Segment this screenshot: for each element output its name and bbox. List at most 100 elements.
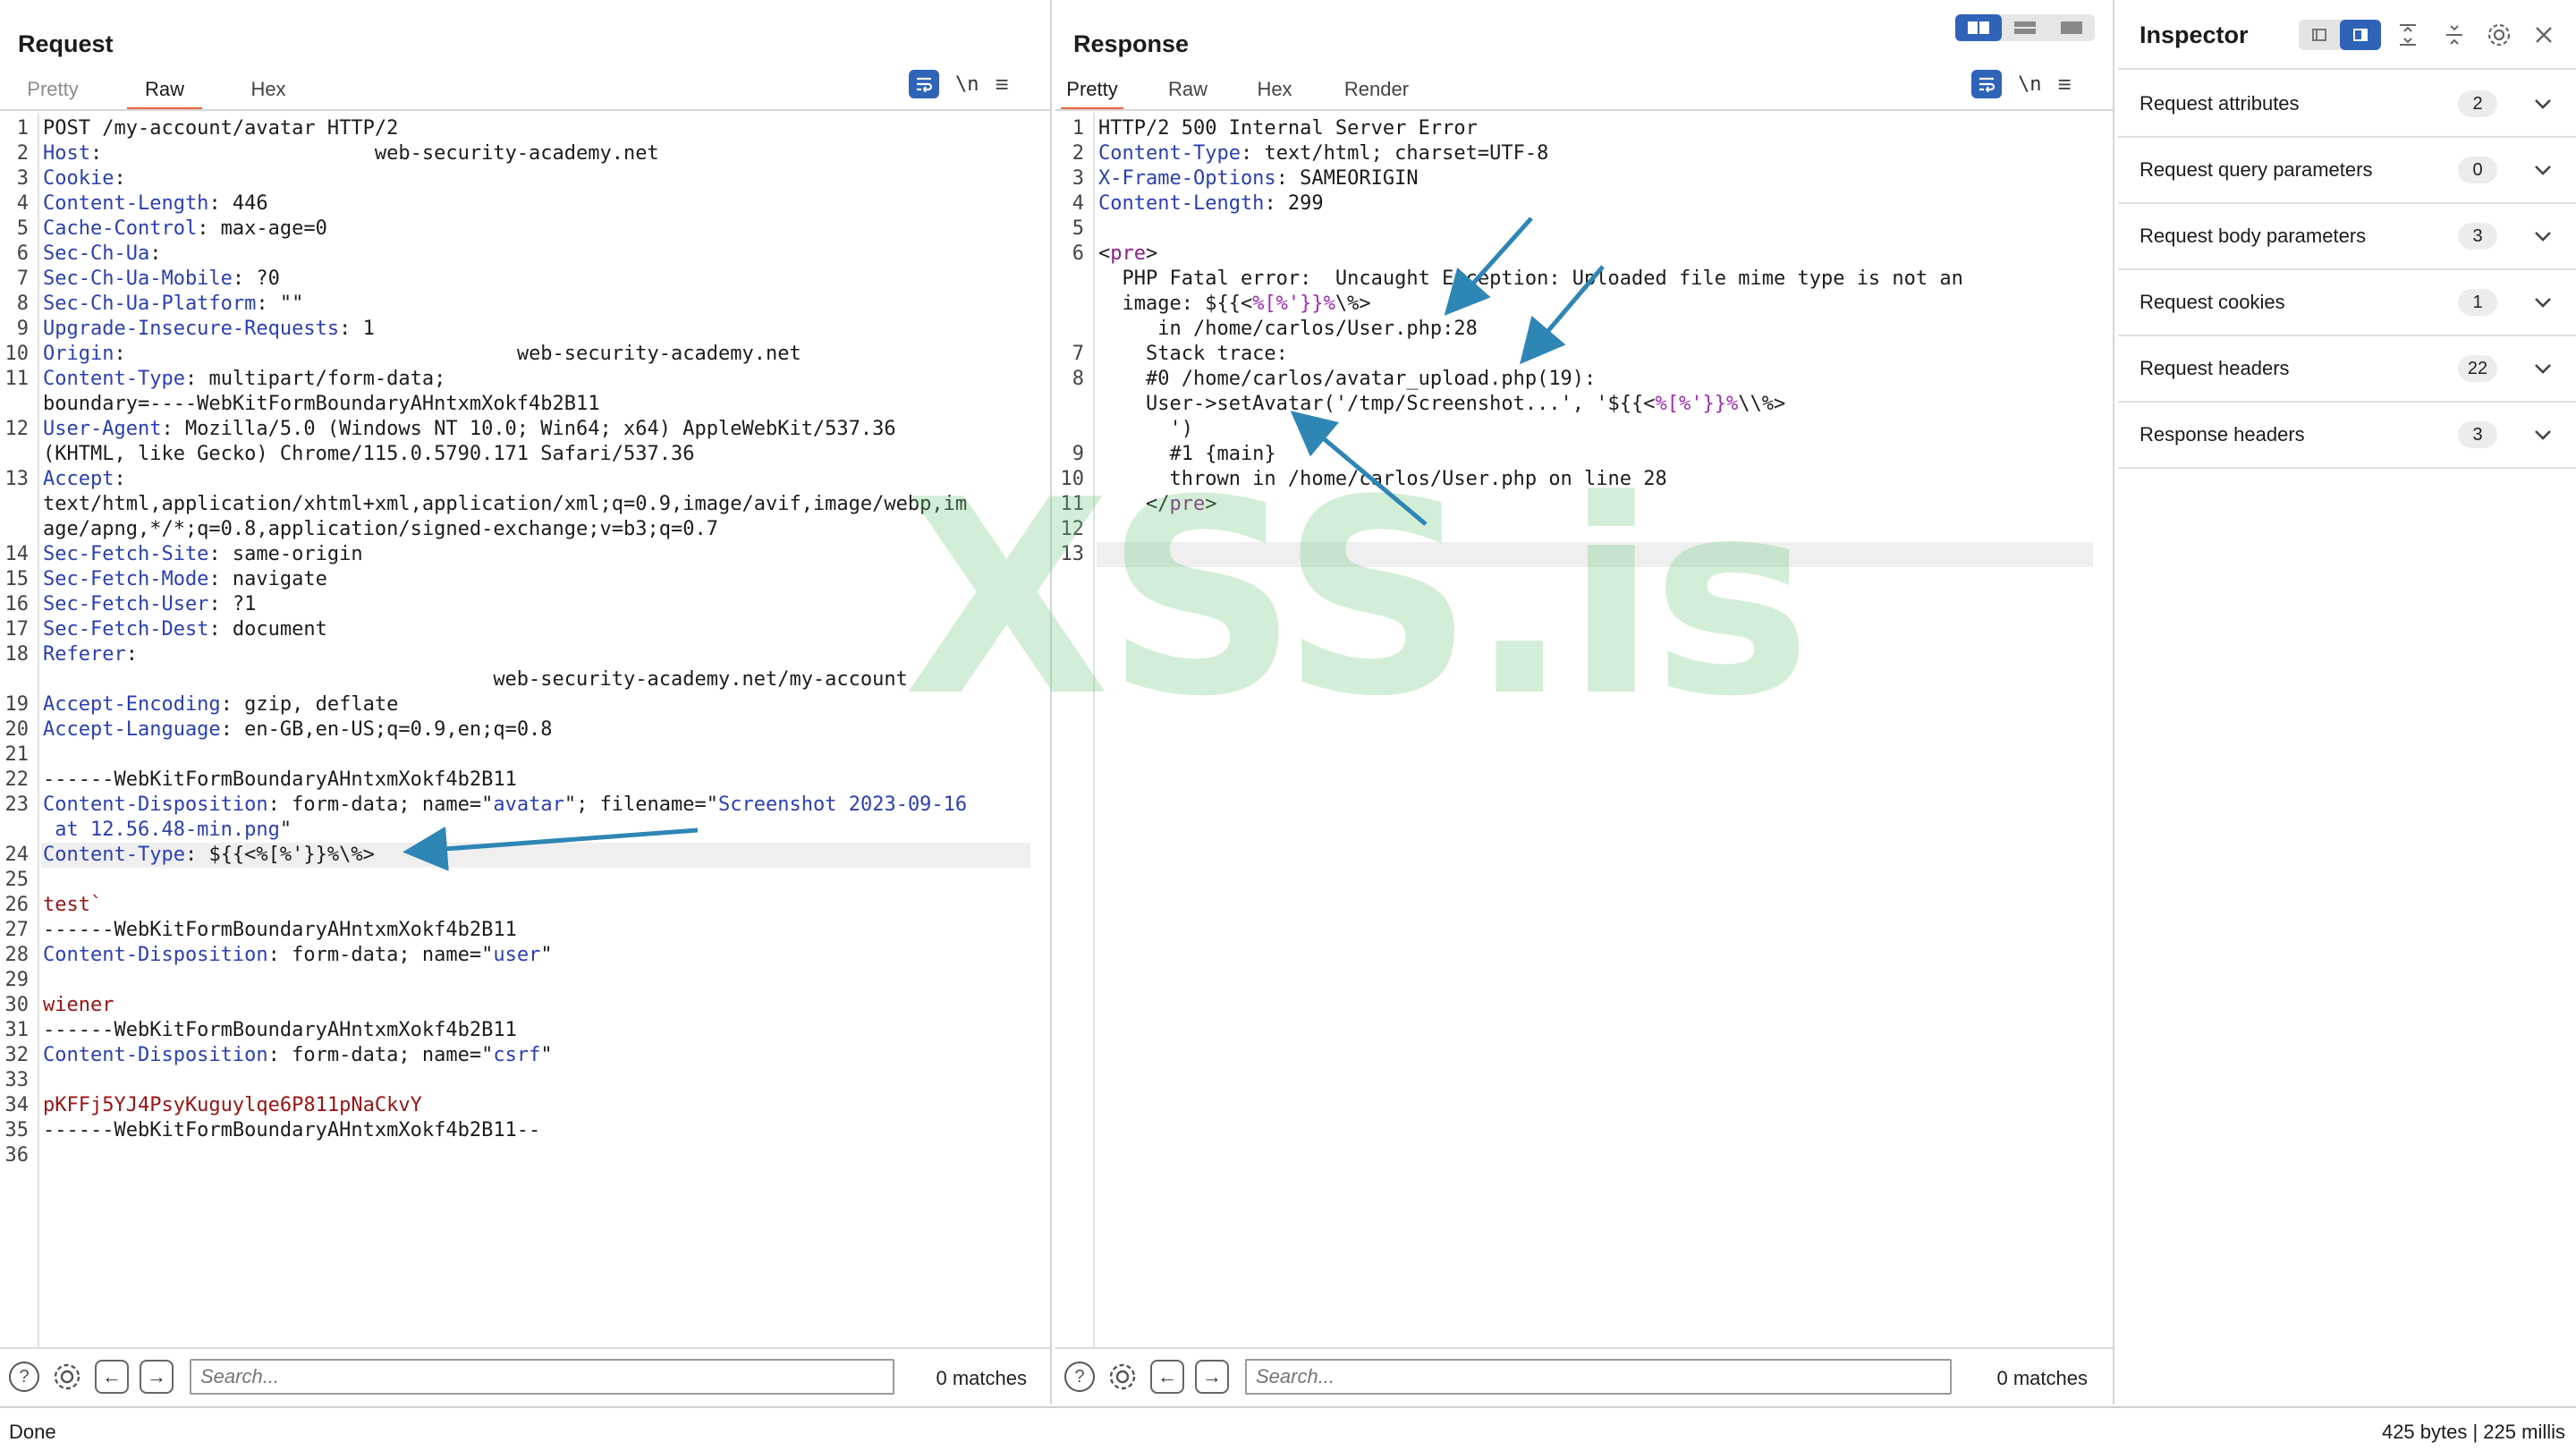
request-editor[interactable]: 1 POST /my-account/avatar HTTP/2 2 Host: we… bbox=[0, 113, 1050, 1347]
list-view-icon[interactable] bbox=[2299, 20, 2340, 50]
response-editor[interactable]: 1 HTTP/2 500 Internal Server Error 2 Conten… bbox=[1055, 113, 2113, 1347]
wrap-lines-button[interactable] bbox=[909, 70, 939, 98]
code-line[interactable]: 10 thrown in /home/carlos/User.php on li… bbox=[1055, 467, 2113, 492]
gear-icon[interactable] bbox=[52, 1362, 82, 1392]
close-icon[interactable] bbox=[2529, 20, 2558, 50]
code-line[interactable]: 21 bbox=[0, 742, 1050, 768]
code-line[interactable]: 5 Cache-Control: max-age=0 bbox=[0, 216, 1050, 242]
code-line[interactable]: 1 POST /my-account/avatar HTTP/2 bbox=[0, 116, 1050, 141]
code-line[interactable]: (KHTML, like Gecko) Chrome/115.0.5790.17… bbox=[0, 442, 1050, 467]
tab-raw[interactable]: Raw bbox=[127, 75, 202, 111]
code-line[interactable]: at 12.56.48-min.png" bbox=[0, 818, 1050, 843]
code-line[interactable]: 25 bbox=[0, 868, 1050, 893]
code-line[interactable]: 16 Sec-Fetch-User: ?1 bbox=[0, 592, 1050, 617]
next-match-button[interactable]: → bbox=[140, 1360, 174, 1394]
code-line[interactable]: 3 X-Frame-Options: SAMEORIGIN bbox=[1055, 166, 2113, 191]
chevron-down-icon[interactable] bbox=[2531, 291, 2555, 314]
inspector-row[interactable]: Request body parameters 3 bbox=[2118, 204, 2576, 270]
code-line[interactable]: image: ${{<%[%'}}%\%> bbox=[1055, 292, 2113, 317]
stacked-layout-icon[interactable] bbox=[2002, 14, 2048, 41]
code-line[interactable]: 8 Sec-Ch-Ua-Platform: "" bbox=[0, 292, 1050, 317]
code-line[interactable]: 2 Host: web-security-academy.net bbox=[0, 141, 1050, 166]
previous-match-button[interactable]: ← bbox=[95, 1360, 129, 1394]
inspector-row[interactable]: Request cookies 1 bbox=[2118, 270, 2576, 336]
tabbed-layout-icon[interactable] bbox=[2048, 14, 2095, 41]
code-line[interactable]: text/html,application/xhtml+xml,applicat… bbox=[0, 492, 1050, 517]
tab-hex[interactable]: Hex bbox=[1254, 75, 1295, 111]
code-line[interactable]: 29 bbox=[0, 968, 1050, 993]
code-line[interactable]: 26 test` bbox=[0, 893, 1050, 918]
chevron-down-icon[interactable] bbox=[2531, 158, 2555, 182]
code-line[interactable]: age/apng,*/*;q=0.8,application/signed-ex… bbox=[0, 517, 1050, 542]
code-line[interactable]: 6 Sec-Ch-Ua: bbox=[0, 242, 1050, 267]
code-line[interactable]: web-security-academy.net/my-account bbox=[0, 667, 1050, 692]
code-line[interactable]: 35 ------WebKitFormBoundaryAHntxmXokf4b2B… bbox=[0, 1118, 1050, 1143]
inspector-row[interactable]: Request attributes 2 bbox=[2118, 72, 2576, 138]
code-line[interactable]: 31 ------WebKitFormBoundaryAHntxmXokf4b2B… bbox=[0, 1018, 1050, 1043]
expand-all-icon[interactable] bbox=[2394, 20, 2422, 50]
code-line[interactable]: 13 bbox=[1055, 542, 2113, 567]
code-line[interactable]: 18 Referer: bbox=[0, 642, 1050, 667]
menu-icon[interactable]: ≡ bbox=[2058, 72, 2072, 96]
code-line[interactable]: 12 User-Agent: Mozilla/5.0 (Windows NT 10… bbox=[0, 417, 1050, 442]
code-line[interactable]: PHP Fatal error: Uncaught Exception: Upl… bbox=[1055, 267, 2113, 292]
code-line[interactable]: 7 Sec-Ch-Ua-Mobile: ?0 bbox=[0, 267, 1050, 292]
help-icon[interactable]: ? bbox=[9, 1362, 39, 1392]
code-line[interactable]: 33 bbox=[0, 1068, 1050, 1093]
code-line[interactable]: 3 Cookie: bbox=[0, 166, 1050, 191]
inspector-layout-toggle[interactable] bbox=[2299, 20, 2381, 50]
side-by-side-layout-icon[interactable] bbox=[1955, 14, 2002, 41]
code-line[interactable]: 4 Content-Length: 299 bbox=[1055, 191, 2113, 216]
panel-view-icon[interactable] bbox=[2340, 20, 2381, 50]
code-line[interactable]: 12 bbox=[1055, 517, 2113, 542]
code-line[interactable]: 20 Accept-Language: en-GB,en-US;q=0.9,en;… bbox=[0, 717, 1050, 742]
code-line[interactable]: 28 Content-Disposition: form-data; name="… bbox=[0, 943, 1050, 968]
layout-switch[interactable] bbox=[1955, 14, 2095, 41]
code-line[interactable]: 14 Sec-Fetch-Site: same-origin bbox=[0, 542, 1050, 567]
chevron-down-icon[interactable] bbox=[2531, 92, 2555, 115]
code-line[interactable]: 34 pKFFj5YJ4PsyKuguylqe6P811pNaCkvY bbox=[0, 1093, 1050, 1118]
response-search-input[interactable] bbox=[1245, 1359, 1952, 1395]
chevron-down-icon[interactable] bbox=[2531, 357, 2555, 380]
code-line[interactable]: 36 bbox=[0, 1143, 1050, 1168]
code-line[interactable]: 9 #1 {main} bbox=[1055, 442, 2113, 467]
code-line[interactable]: 10 Origin: web-security-academy.net bbox=[0, 342, 1050, 367]
chevron-down-icon[interactable] bbox=[2531, 423, 2555, 446]
code-line[interactable]: 24 Content-Type: ${{<%[%'}}%\%> bbox=[0, 843, 1050, 868]
code-line[interactable]: 23 Content-Disposition: form-data; name="… bbox=[0, 793, 1050, 818]
tab-pretty[interactable]: Pretty bbox=[23, 75, 82, 111]
code-line[interactable]: 1 HTTP/2 500 Internal Server Error bbox=[1055, 116, 2113, 141]
chevron-down-icon[interactable] bbox=[2531, 225, 2555, 248]
code-line[interactable]: 9 Upgrade-Insecure-Requests: 1 bbox=[0, 317, 1050, 342]
code-line[interactable]: boundary=----WebKitFormBoundaryAHntxmXok… bbox=[0, 392, 1050, 417]
request-search-input[interactable] bbox=[190, 1359, 894, 1395]
previous-match-button[interactable]: ← bbox=[1150, 1360, 1184, 1394]
code-line[interactable]: 13 Accept: bbox=[0, 467, 1050, 492]
code-line[interactable]: 11 Content-Type: multipart/form-data; bbox=[0, 367, 1050, 392]
menu-icon[interactable]: ≡ bbox=[996, 72, 1009, 96]
code-line[interactable]: 19 Accept-Encoding: gzip, deflate bbox=[0, 692, 1050, 717]
request-code[interactable]: 1 POST /my-account/avatar HTTP/2 2 Host: we… bbox=[0, 116, 1050, 1168]
code-line[interactable]: 5 bbox=[1055, 216, 2113, 242]
code-line[interactable]: 17 Sec-Fetch-Dest: document bbox=[0, 617, 1050, 642]
tab-render[interactable]: Render bbox=[1342, 75, 1411, 111]
show-newlines-button[interactable]: \n bbox=[2018, 73, 2042, 96]
tab-raw[interactable]: Raw bbox=[1168, 75, 1208, 111]
gear-icon[interactable] bbox=[2485, 20, 2513, 50]
code-line[interactable]: 11 </pre> bbox=[1055, 492, 2113, 517]
code-line[interactable]: 30 wiener bbox=[0, 993, 1050, 1018]
next-match-button[interactable]: → bbox=[1195, 1360, 1229, 1394]
help-icon[interactable]: ? bbox=[1064, 1362, 1095, 1392]
code-line[interactable]: 4 Content-Length: 446 bbox=[0, 191, 1050, 216]
inspector-row[interactable]: Request headers 22 bbox=[2118, 336, 2576, 403]
gear-icon[interactable] bbox=[1107, 1362, 1138, 1392]
tab-hex[interactable]: Hex bbox=[247, 75, 290, 111]
code-line[interactable]: 15 Sec-Fetch-Mode: navigate bbox=[0, 567, 1050, 592]
code-line[interactable]: 27 ------WebKitFormBoundaryAHntxmXokf4b2B… bbox=[0, 918, 1050, 943]
inspector-row[interactable]: Response headers 3 bbox=[2118, 403, 2576, 469]
code-line[interactable]: 22 ------WebKitFormBoundaryAHntxmXokf4b2B… bbox=[0, 768, 1050, 793]
code-line[interactable]: 8 #0 /home/carlos/avatar_upload.php(19): bbox=[1055, 367, 2113, 392]
response-code[interactable]: 1 HTTP/2 500 Internal Server Error 2 Conten… bbox=[1055, 116, 2113, 567]
inspector-row[interactable]: Request query parameters 0 bbox=[2118, 138, 2576, 204]
tab-pretty[interactable]: Pretty bbox=[1061, 75, 1123, 111]
